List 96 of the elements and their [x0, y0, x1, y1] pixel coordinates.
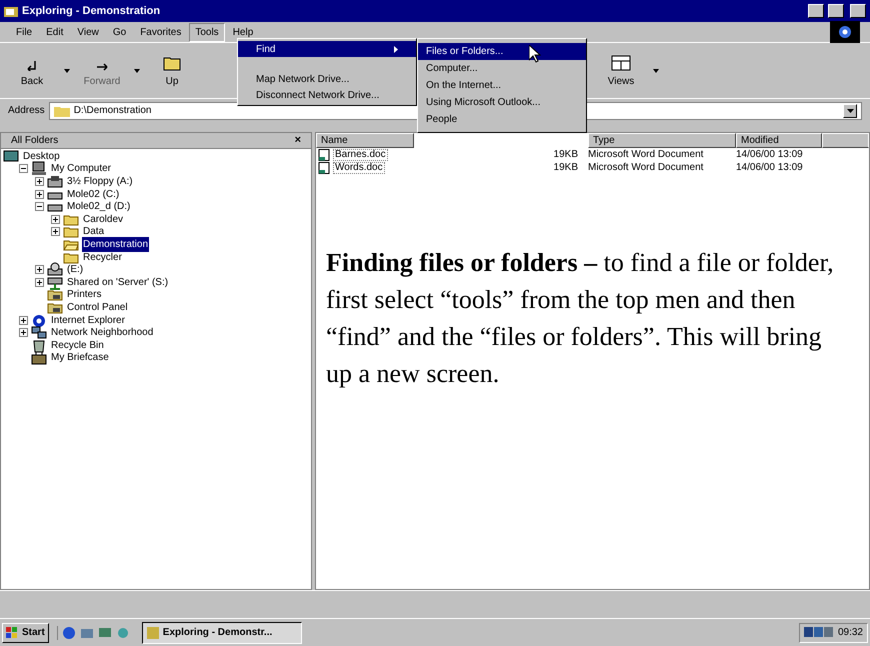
- menu-item[interactable]: Edit: [40, 22, 70, 42]
- expand-icon[interactable]: [35, 265, 44, 274]
- menu-item[interactable]: Using Microsoft Outlook...: [418, 94, 586, 111]
- menu-item[interactable]: View: [71, 22, 105, 42]
- folder-icon: [54, 104, 70, 116]
- collapse-icon[interactable]: [35, 202, 44, 212]
- tree-item[interactable]: Caroldev: [82, 212, 124, 227]
- dropdown-arrow-icon[interactable]: [134, 68, 140, 72]
- document-icon: [318, 162, 330, 174]
- expand-icon[interactable]: [51, 214, 60, 224]
- file-name[interactable]: Barnes.doc: [333, 148, 388, 160]
- tree-item[interactable]: (E:): [66, 262, 84, 278]
- expand-icon[interactable]: [19, 316, 28, 325]
- column-header[interactable]: Name: [316, 133, 414, 148]
- taskbar-task-button[interactable]: Exploring - Demonstr...: [142, 622, 302, 644]
- network-icon: [31, 325, 47, 340]
- briefcase-icon: [31, 350, 47, 366]
- cd-drive-icon: [47, 262, 63, 278]
- maximize-button[interactable]: [828, 4, 844, 18]
- tree-item[interactable]: Recycler: [82, 250, 123, 265]
- menu-item[interactable]: Map Network Drive...: [238, 71, 416, 87]
- floppy-drive-icon: [47, 174, 63, 189]
- menu-item[interactable]: Find: [238, 41, 416, 57]
- expand-icon[interactable]: [35, 278, 44, 287]
- table-cell-text: 14/06/00 13:09: [735, 148, 804, 162]
- tree-item[interactable]: Internet Explorer: [50, 312, 126, 328]
- table-cell-text: 19KB: [552, 161, 579, 175]
- close-button[interactable]: [850, 4, 866, 18]
- clock: 09:32: [838, 626, 863, 640]
- computer-icon: [31, 161, 47, 176]
- window-title: Exploring - Demonstration: [22, 4, 160, 19]
- file-name[interactable]: Words.doc: [333, 162, 385, 174]
- network-drive-icon: [47, 274, 63, 290]
- tree-item[interactable]: Printers: [66, 287, 102, 302]
- forward-arrow-icon: [96, 62, 108, 70]
- tree-item[interactable]: Mole02_d (D:): [66, 199, 132, 214]
- collapse-icon[interactable]: [19, 164, 28, 174]
- browser-icon[interactable]: [62, 626, 76, 640]
- desktop-icon[interactable]: [98, 626, 112, 640]
- toolbar-button[interactable]: Views: [603, 52, 639, 88]
- tree-item[interactable]: My Briefcase: [50, 350, 110, 366]
- menu-item[interactable]: Go: [106, 22, 132, 42]
- recycle-bin-icon: [31, 338, 47, 353]
- tree-item[interactable]: Control Panel: [66, 300, 129, 315]
- column-header[interactable]: Modified: [736, 133, 822, 148]
- table-cell-text: Microsoft Word Document: [587, 161, 704, 175]
- up-folder-icon: [163, 56, 181, 70]
- window-icon: [4, 5, 18, 17]
- table-cell-text: 14/06/00 13:09: [735, 161, 804, 175]
- menu-item[interactable]: Favorites: [134, 22, 188, 42]
- address-value: D:\Demonstration: [74, 104, 152, 118]
- table-cell-text: 19KB: [552, 148, 579, 162]
- tree-item[interactable]: Demonstration: [82, 236, 150, 252]
- caret-icon: [846, 108, 854, 112]
- expand-icon[interactable]: [51, 227, 60, 236]
- dropdown-button[interactable]: [843, 104, 857, 118]
- menu-item[interactable]: People: [418, 111, 586, 128]
- menu-item[interactable]: Computer...: [418, 60, 586, 77]
- annotation-text: Finding files or folders – to find a file or folder, first select “tools” from the top men and then “find” and the “files or folders”. This will bring up a new screen.: [326, 247, 835, 390]
- start-button[interactable]: Start: [2, 622, 49, 642]
- tray-icon: [804, 626, 834, 638]
- explorer-icon: [146, 626, 159, 638]
- browser-icon: [31, 312, 47, 328]
- menu-item[interactable]: Files or Folders...: [418, 43, 586, 60]
- column-header[interactable]: Type: [588, 133, 736, 148]
- desktop-icon: [3, 148, 19, 164]
- views-icon: [611, 54, 631, 70]
- minimize-button[interactable]: [808, 4, 824, 18]
- expand-icon[interactable]: [35, 176, 44, 186]
- expand-icon[interactable]: [35, 190, 44, 199]
- menu-item[interactable]: On the Internet...: [418, 77, 586, 94]
- dropdown-arrow-icon[interactable]: [64, 68, 70, 72]
- close-button[interactable]: ×: [294, 135, 301, 146]
- toolbar-button[interactable]: Up: [154, 52, 190, 88]
- menu-item[interactable]: File: [10, 22, 38, 42]
- document-icon: [318, 148, 330, 160]
- toolbar-button[interactable]: Back: [14, 52, 50, 88]
- tree-item[interactable]: Desktop: [22, 148, 61, 164]
- back-arrow-icon: [27, 60, 37, 70]
- tree-item[interactable]: Mole02 (C:): [66, 186, 120, 202]
- menu-item[interactable]: Disconnect Network Drive...: [238, 87, 416, 103]
- tree-item[interactable]: 3½ Floppy (A:): [66, 174, 134, 189]
- menu-item[interactable]: Help: [226, 22, 260, 42]
- tree-item[interactable]: My Computer: [50, 161, 112, 176]
- tree-item[interactable]: Recycle Bin: [50, 338, 105, 353]
- tree-item[interactable]: Shared on 'Server' (S:): [66, 274, 170, 290]
- pane-title: All Folders: [11, 134, 58, 148]
- tree-item[interactable]: Network Neighborhood: [50, 325, 154, 340]
- windows-logo-icon: [6, 626, 18, 638]
- table-cell-text: Microsoft Word Document: [587, 148, 704, 162]
- address-label: Address: [8, 104, 45, 118]
- expand-icon[interactable]: [19, 328, 28, 338]
- mouse-pointer-icon: [529, 45, 541, 63]
- tree-item[interactable]: Data: [82, 224, 106, 240]
- menu-item[interactable]: Tools: [189, 22, 225, 42]
- dropdown-arrow-icon[interactable]: [653, 68, 659, 72]
